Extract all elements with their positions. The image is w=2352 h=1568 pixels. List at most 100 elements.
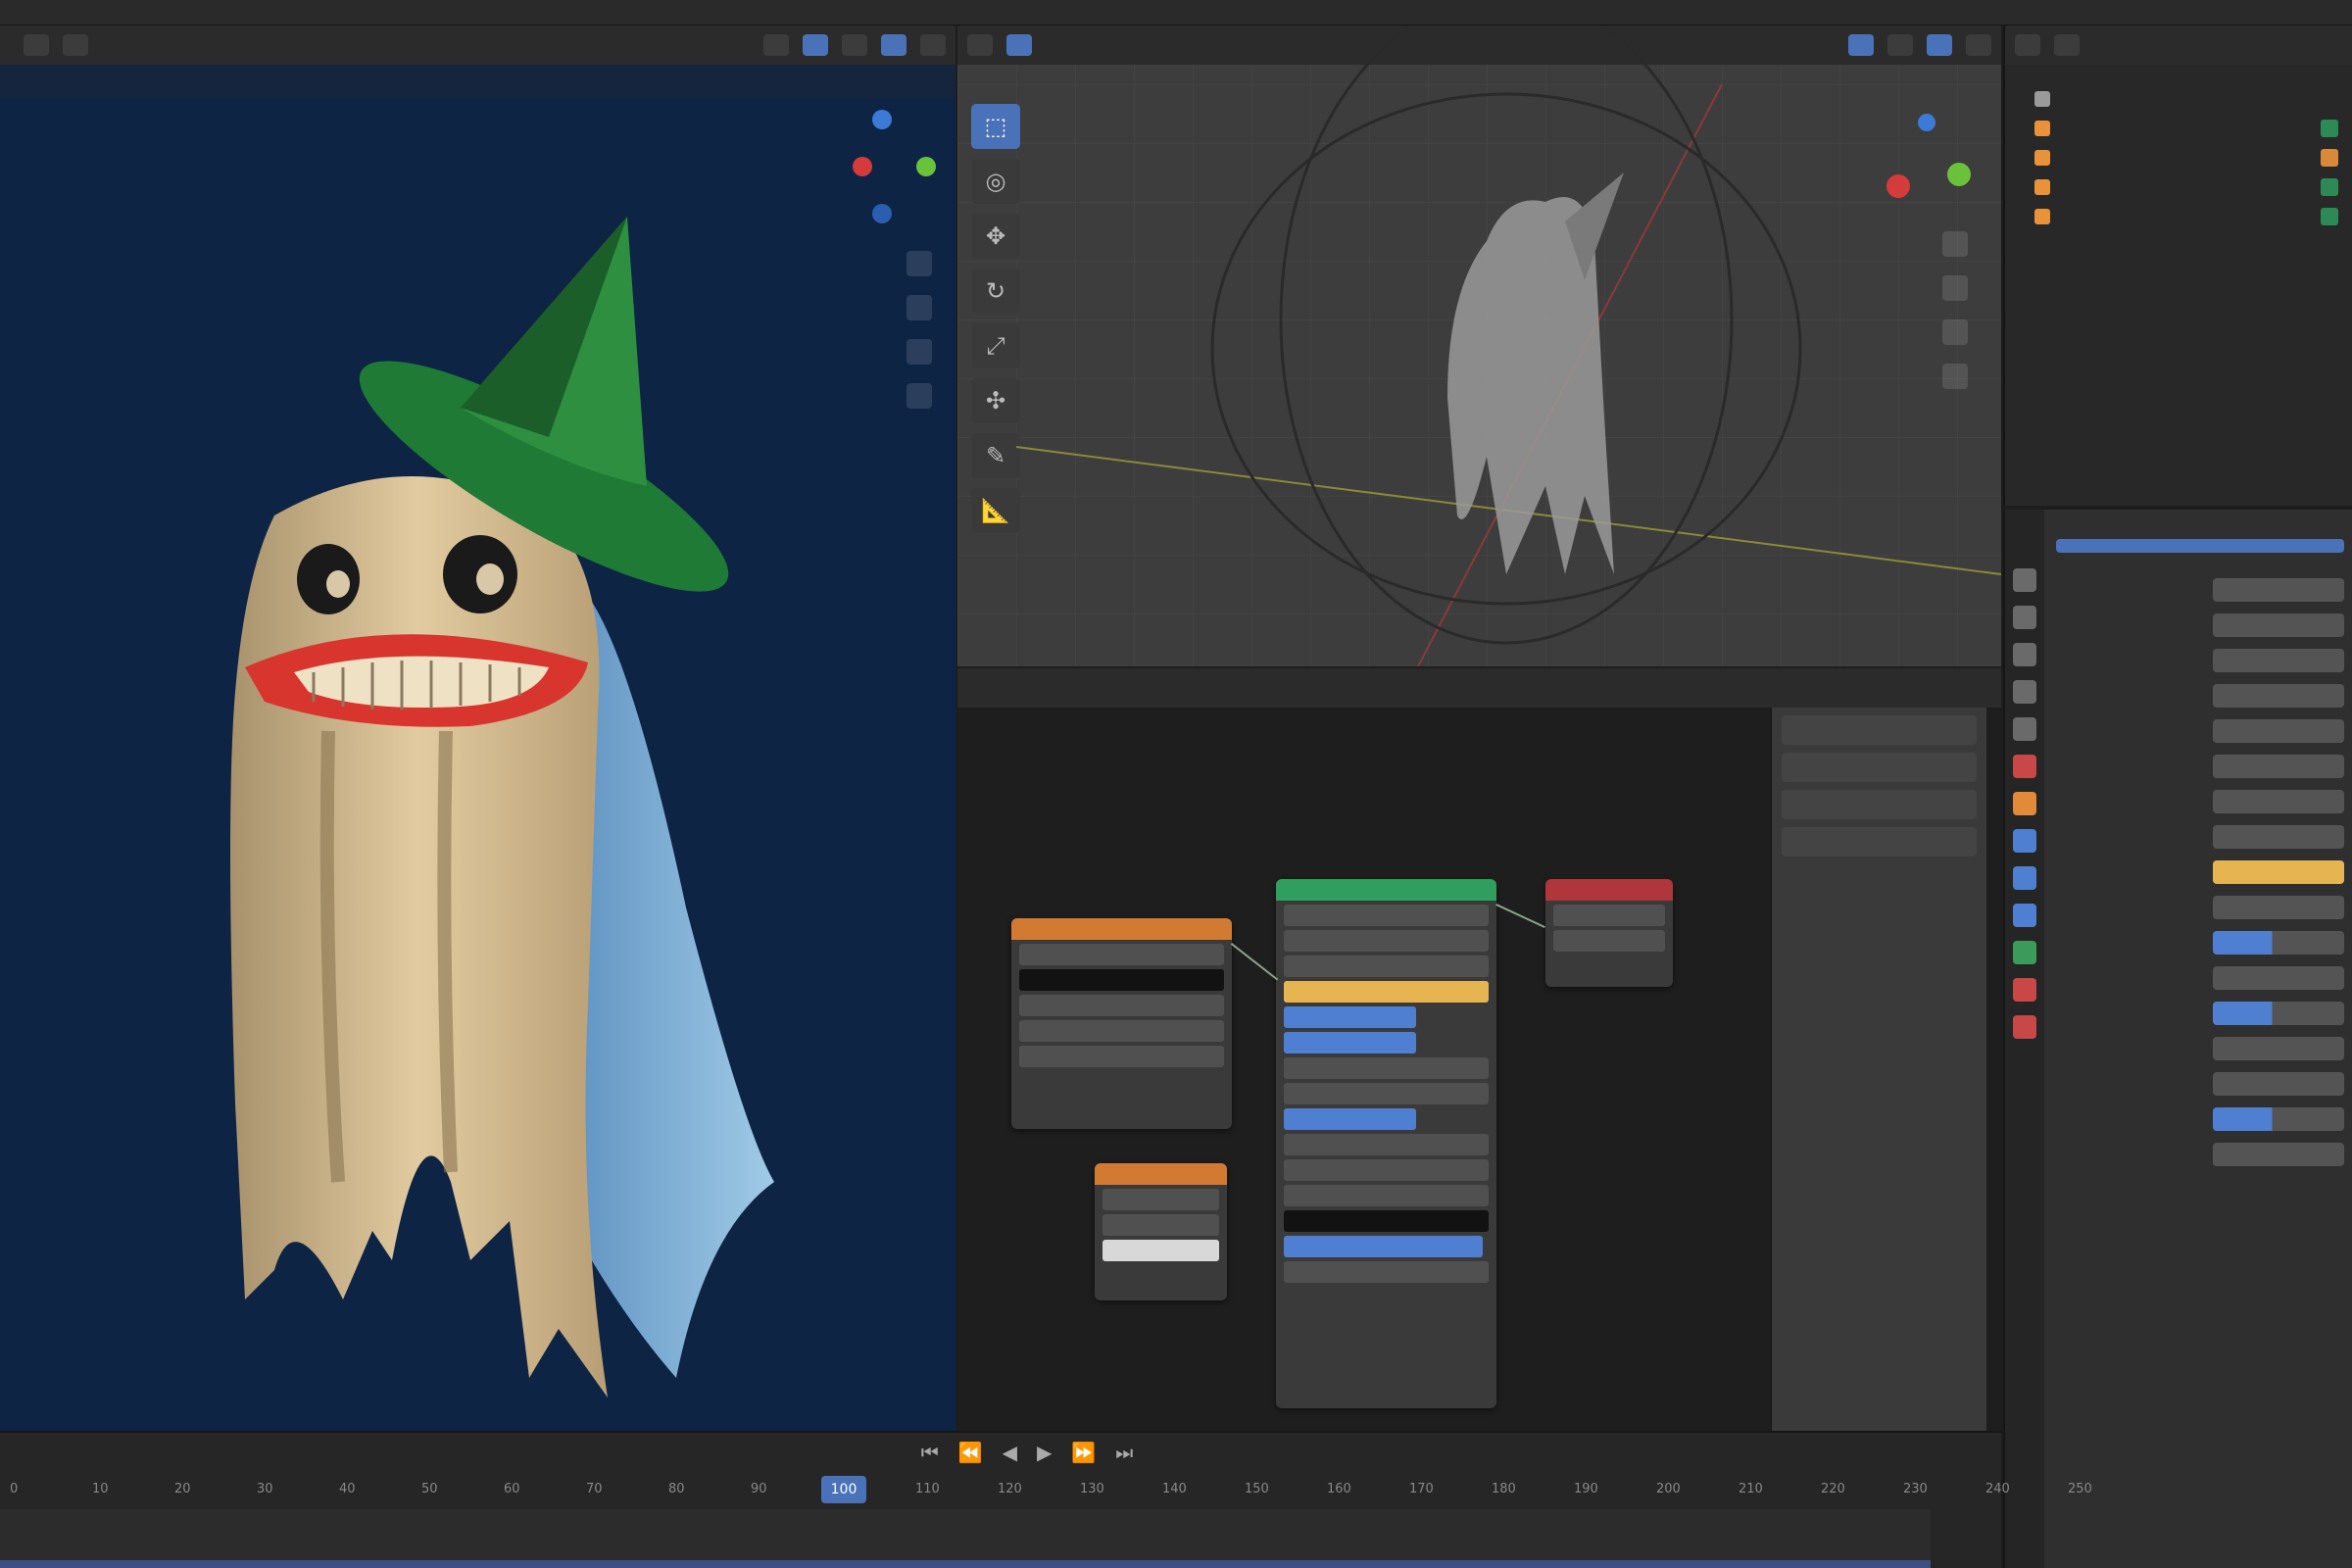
frame-ruler[interactable]: 0 10 20 30 40 50 60 70 80 90 100 110 120 130 140 150 160… [0,1476,2092,1505]
modifier-tab-icon[interactable] [2013,829,2036,853]
play-reverse-icon[interactable]: ◀ [1003,1441,1017,1464]
outliner-item[interactable] [2005,114,2352,143]
sidebar-field[interactable] [1782,790,1977,819]
next-key-icon[interactable]: ⏩ [1071,1441,1096,1464]
node-socket-row[interactable] [1553,905,1665,926]
node-socket-row[interactable] [1284,1185,1489,1206]
node-socket-row[interactable] [1019,1046,1224,1067]
prop-field[interactable] [2213,684,2344,708]
outliner-filter-button[interactable] [2054,34,2080,56]
prop-field[interactable] [2213,1072,2344,1096]
node-slider[interactable] [1284,1236,1483,1257]
prop-field[interactable] [2213,613,2344,637]
outliner-item[interactable] [2005,143,2352,172]
node-socket-row[interactable] [1019,995,1224,1016]
prop-field[interactable] [2213,966,2344,990]
pan-hand-icon[interactable] [1942,275,1968,301]
zoom-icon[interactable] [906,251,932,276]
node-socket-row[interactable] [1284,1261,1489,1283]
camera-view-icon[interactable] [906,339,932,365]
gizmo-y-axis-icon[interactable] [916,157,936,176]
prop-field[interactable] [2213,578,2344,602]
prop-slider[interactable] [2213,1107,2344,1131]
jump-start-icon[interactable]: ⏮ [921,1441,939,1464]
node-socket-row[interactable] [1102,1189,1219,1210]
prev-key-icon[interactable]: ⏪ [958,1441,983,1464]
outliner-item-collection[interactable] [2005,84,2352,114]
view-layer-tab-icon[interactable] [2013,680,2036,704]
image-texture-node[interactable] [1011,918,1232,1129]
rendered-viewport[interactable] [0,25,956,1431]
outliner-item[interactable] [2005,172,2352,202]
prop-field[interactable] [2213,755,2344,778]
play-icon[interactable]: ▶ [1037,1441,1052,1464]
node-socket-row[interactable] [1284,1083,1489,1104]
gizmo-neg-z-icon[interactable] [872,204,892,223]
object-tab-icon[interactable] [2013,792,2036,815]
ortho-toggle-icon[interactable] [906,383,932,409]
texture-coordinate-node[interactable] [1095,1163,1227,1300]
node-socket-row[interactable] [1102,1214,1219,1236]
sidebar-field[interactable] [1782,827,1977,857]
shader-node-editor[interactable] [957,668,2001,1431]
object-data-tab-icon[interactable] [2013,941,2036,964]
gizmo-y-axis-icon[interactable] [1947,163,1971,186]
node-socket-row[interactable] [1284,956,1489,977]
scene-tab-icon[interactable] [2013,717,2036,741]
texture-tab-icon[interactable] [2013,1015,2036,1039]
node-socket-row[interactable] [1553,930,1665,952]
node-slider[interactable] [1284,1108,1416,1130]
physics-tab-icon[interactable] [2013,904,2036,927]
prop-slider[interactable] [2213,1002,2344,1025]
node-socket-row[interactable] [1284,930,1489,952]
tool-tab-icon[interactable] [2013,568,2036,592]
base-color-socket[interactable] [1284,981,1489,1003]
jump-end-icon[interactable]: ⏭ [1115,1441,1133,1464]
ortho-toggle-icon[interactable] [1942,364,1968,389]
gizmo-z-axis-icon[interactable] [872,110,892,129]
prop-field[interactable] [2213,719,2344,743]
node-socket-row[interactable] [1019,969,1224,991]
prop-field[interactable] [2213,649,2344,672]
node-socket-row[interactable] [1284,1159,1489,1181]
sidebar-field[interactable] [1782,753,1977,782]
node-slider[interactable] [1284,1006,1416,1028]
node-socket-row[interactable] [1019,944,1224,965]
gizmo-x-axis-icon[interactable] [853,157,872,176]
gizmo-x-axis-icon[interactable] [1886,174,1910,198]
prop-field[interactable] [2213,825,2344,849]
base-color-swatch[interactable] [2213,860,2344,884]
visibility-icon[interactable] [2321,208,2338,225]
node-socket-row[interactable] [1284,1057,1489,1079]
world-tab-icon[interactable] [2013,755,2036,778]
prop-field[interactable] [2213,896,2344,919]
visibility-icon[interactable] [2321,149,2338,167]
outliner-type-button[interactable] [2015,34,2040,56]
node-socket-row[interactable] [1019,1020,1224,1042]
material-slot-selected[interactable] [2056,539,2344,553]
camera-view-icon[interactable] [1942,319,1968,345]
playhead[interactable]: 100 [821,1476,866,1503]
node-socket-row[interactable] [1284,1210,1489,1232]
principled-bsdf-node[interactable] [1276,879,1496,1408]
prop-field[interactable] [2213,1143,2344,1166]
output-tab-icon[interactable] [2013,643,2036,666]
solid-viewport[interactable]: ⬚ ◎ ✥ ↻ ⤢ ✣ ✎ 📐 [957,25,2001,666]
prop-field[interactable] [2213,1037,2344,1060]
material-tab-icon[interactable] [2013,978,2036,1002]
node-socket-row[interactable] [1284,905,1489,926]
outliner-item[interactable] [2005,202,2352,231]
sidebar-field[interactable] [1782,715,1977,745]
zoom-icon[interactable] [1942,231,1968,257]
node-slider[interactable] [1284,1032,1416,1054]
node-socket-row[interactable] [1102,1240,1219,1261]
timeline-track[interactable] [0,1509,1931,1566]
render-tab-icon[interactable] [2013,606,2036,629]
particles-tab-icon[interactable] [2013,866,2036,890]
material-output-node[interactable] [1545,879,1673,987]
prop-field[interactable] [2213,790,2344,813]
pan-hand-icon[interactable] [906,295,932,320]
visibility-icon[interactable] [2321,178,2338,196]
prop-slider[interactable] [2213,931,2344,955]
gizmo-z-axis-icon[interactable] [1918,114,1936,131]
